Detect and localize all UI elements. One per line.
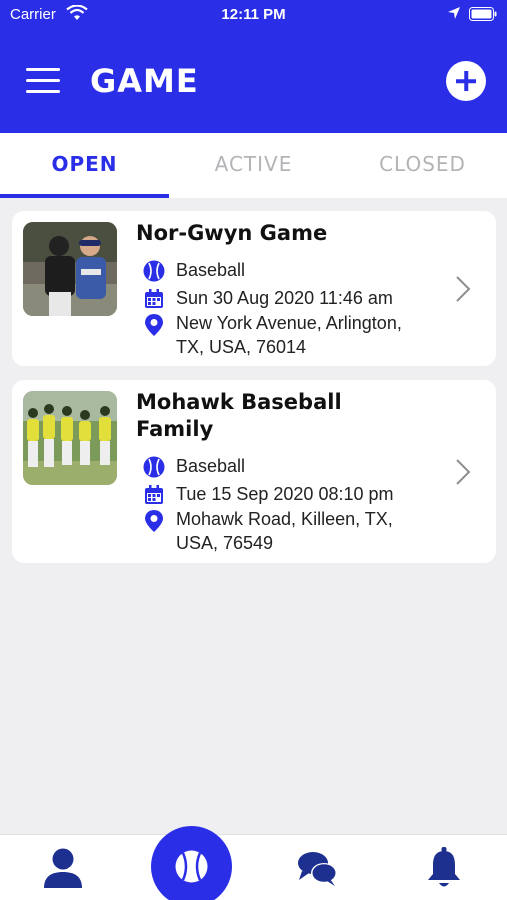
bell-icon[interactable] xyxy=(425,846,463,895)
hamburger-icon[interactable] xyxy=(26,66,62,96)
game-title: Mohawk Baseball Family xyxy=(136,389,436,443)
game-title-line-1: Mohawk Baseball xyxy=(136,390,342,414)
profile-icon[interactable] xyxy=(41,847,85,894)
baseball-icon xyxy=(143,456,165,478)
tab-open[interactable]: OPEN xyxy=(0,133,169,198)
baseball-nav-button[interactable] xyxy=(151,826,232,900)
calendar-icon xyxy=(143,484,165,506)
chat-icon[interactable] xyxy=(296,849,340,894)
tab-closed[interactable]: CLOSED xyxy=(338,133,507,198)
calendar-icon xyxy=(143,288,165,310)
map-pin-icon xyxy=(143,509,165,532)
page-title: GAME xyxy=(90,62,199,100)
address-line-1: Mohawk Road, Killeen, TX, xyxy=(176,509,393,529)
baseball-icon xyxy=(175,850,208,883)
address-line-2: TX, USA, 76014 xyxy=(176,337,307,357)
address-line-1: New York Avenue, Arlington, xyxy=(176,313,402,333)
bottom-nav xyxy=(0,834,507,900)
sport-label: Baseball xyxy=(176,260,246,280)
game-datetime: Sun 30 Aug 2020 11:46 am xyxy=(176,288,393,308)
game-title-line-2: Family xyxy=(136,417,214,441)
tab-active[interactable]: ACTIVE xyxy=(169,133,338,198)
chevron-right-icon xyxy=(455,458,471,486)
address-line-2: USA, 76549 xyxy=(176,533,274,553)
baseball-icon xyxy=(143,260,165,282)
game-photo xyxy=(23,222,117,316)
battery-icon xyxy=(469,7,497,25)
clock: 12:11 PM xyxy=(221,6,286,23)
game-card[interactable]: Mohawk Baseball Family Baseball Tue 15 S… xyxy=(12,380,496,563)
game-photo xyxy=(23,391,117,485)
game-title: Nor-Gwyn Game xyxy=(136,221,328,245)
sport-label: Baseball xyxy=(176,456,246,476)
app-header: Carrier 12:11 PM GAME xyxy=(0,0,507,133)
game-card[interactable]: Nor-Gwyn Game Baseball Sun 30 Aug 2020 1… xyxy=(12,211,496,366)
plus-circle-icon[interactable] xyxy=(446,61,486,101)
game-datetime: Tue 15 Sep 2020 08:10 pm xyxy=(176,484,394,504)
status-bar: Carrier 12:11 PM xyxy=(0,0,507,32)
chevron-right-icon xyxy=(455,275,471,303)
map-pin-icon xyxy=(143,313,165,336)
tab-bar: OPEN ACTIVE CLOSED xyxy=(0,133,507,198)
location-arrow-icon xyxy=(447,6,461,24)
